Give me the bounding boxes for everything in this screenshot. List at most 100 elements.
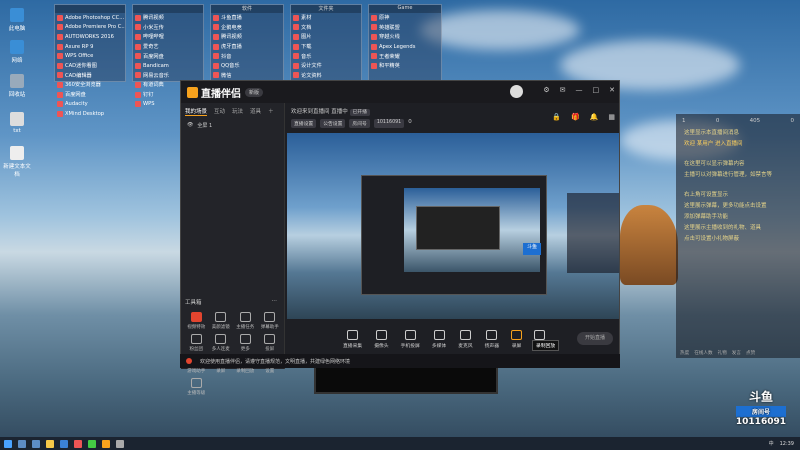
tab-scenes[interactable]: 我的场景 [185, 107, 208, 116]
chat-footer-item[interactable]: 点赞 [746, 350, 755, 356]
tool-item[interactable]: 更多 [234, 334, 257, 352]
edge-icon[interactable] [60, 439, 68, 448]
tool-item[interactable]: 视频特效 [185, 312, 208, 330]
live-preview[interactable]: 斗鱼 [287, 133, 619, 319]
fence-item[interactable]: 图片 [291, 32, 361, 42]
tab-props[interactable]: 道具 [250, 107, 261, 116]
explorer-icon[interactable] [46, 439, 54, 448]
fence-item[interactable]: WPS Office [55, 51, 125, 61]
message-icon[interactable]: ✉ [560, 86, 566, 94]
maximize-button[interactable]: □ [593, 86, 600, 94]
fence-item[interactable]: Bandicam [133, 61, 203, 71]
tool-item[interactable]: 美颜滤镜 [210, 312, 233, 330]
control-button[interactable]: 手机投屏 [401, 329, 420, 349]
gift-icon[interactable]: 🎁 [571, 113, 580, 121]
fence-item[interactable]: AUTOWORKS 2016 [55, 32, 125, 42]
control-button[interactable]: 多媒体 [432, 329, 446, 349]
search-icon[interactable] [18, 439, 26, 448]
eye-icon[interactable]: 👁 [187, 122, 193, 129]
control-label: 扬声器 [484, 343, 500, 349]
fence-item[interactable]: 哔哩哔哩 [133, 32, 203, 42]
tool-item[interactable]: 粉丝团 [185, 334, 208, 352]
fence-item[interactable]: 设计文件 [291, 61, 361, 71]
live-companion-task-icon[interactable] [102, 439, 110, 448]
fence-item[interactable]: 百度网盘 [133, 51, 203, 61]
tool-item[interactable]: 多人连麦 [210, 334, 233, 352]
wechat-icon[interactable] [88, 439, 96, 448]
language-indicator[interactable]: 中 [769, 440, 774, 447]
desktop-icon-newdoc[interactable]: 新建文本文档 [2, 146, 32, 178]
fence-item[interactable]: 论文资料 [291, 71, 361, 81]
fence-item[interactable]: 音乐 [291, 51, 361, 61]
chat-footer-item[interactable]: 礼物 [718, 350, 727, 356]
fence-item[interactable]: XMind Desktop [55, 109, 125, 119]
clock[interactable]: 12:39 [780, 441, 794, 447]
fence-item[interactable]: 穿越火线 [369, 32, 441, 42]
desktop-icon-txt[interactable]: txt [2, 112, 32, 134]
version-badge[interactable]: 新版 [245, 87, 264, 97]
taskview-icon[interactable] [32, 439, 40, 448]
fence-item[interactable]: 爱奇艺 [133, 42, 203, 52]
settings-icon[interactable]: ⚙ [543, 86, 549, 94]
lock-icon[interactable]: 🔒 [552, 113, 561, 121]
more-icon[interactable]: ⋯ [272, 298, 278, 306]
tool-item[interactable]: 弹幕助手 [259, 312, 282, 330]
control-button[interactable]: 录屏 [511, 329, 523, 349]
app-icon[interactable] [116, 439, 124, 448]
bell-icon[interactable]: 🔔 [590, 113, 599, 121]
fence-item[interactable]: Adobe Premiere Pro C... [55, 23, 125, 33]
tab-interact[interactable]: 互动 [214, 107, 225, 116]
fence-item[interactable]: CAD迷你看图 [55, 61, 125, 71]
control-button[interactable]: 扬声器 [484, 329, 500, 349]
fence-item[interactable]: 腾讯视频 [211, 32, 283, 42]
fence-item[interactable]: 企鹅电竞 [211, 23, 283, 33]
control-button[interactable]: 麦克风 [458, 329, 473, 349]
tool-item[interactable]: 主播等级 [185, 378, 208, 396]
fence-item[interactable]: CAD编辑器 [55, 71, 125, 81]
fence-item[interactable]: 王者荣耀 [369, 51, 441, 61]
fence-item[interactable]: 斗鱼直播 [211, 13, 283, 23]
layout-icon[interactable]: ▦ [608, 113, 615, 121]
control-button[interactable]: 摄像头 [374, 329, 389, 349]
close-button[interactable]: ✕ [609, 86, 615, 94]
fence-item[interactable]: 小米互传 [133, 23, 203, 33]
avatar[interactable] [510, 85, 523, 98]
fence-item[interactable]: 虎牙直播 [211, 42, 283, 52]
fence-item[interactable]: QQ音乐 [211, 61, 283, 71]
fence-item[interactable]: Axure RP 9 [55, 42, 125, 52]
fence-item[interactable]: 原神 [369, 13, 441, 23]
fence-item[interactable]: 抖音 [211, 51, 283, 61]
notice-chip[interactable]: 公告设置 [320, 119, 346, 128]
fence-item[interactable]: Apex Legends [369, 42, 441, 52]
fence-item[interactable]: 英雄联盟 [369, 23, 441, 33]
fence-item[interactable]: Adobe Photoshop CC... [55, 13, 125, 23]
fence-item[interactable]: 和平精英 [369, 61, 441, 71]
start-icon[interactable] [4, 439, 12, 448]
fence-item[interactable]: 下载 [291, 42, 361, 52]
app-icon[interactable] [74, 439, 82, 448]
fence-item[interactable]: 文档 [291, 23, 361, 33]
add-icon[interactable]: ＋ [268, 107, 274, 116]
fence-item[interactable]: 360安全浏览器 [55, 80, 125, 90]
fence-item[interactable]: 微信 [211, 71, 283, 81]
minimize-button[interactable]: — [576, 86, 583, 94]
desktop-icon-recycle[interactable]: 回收站 [2, 74, 32, 98]
chat-footer-item[interactable]: 发言 [732, 350, 741, 356]
fence-item[interactable]: 素材 [291, 13, 361, 23]
control-button[interactable]: 直播采集 [343, 329, 362, 349]
desktop-icon-network[interactable]: 网络 [2, 40, 32, 64]
scene-item[interactable]: 👁 全屏 1 [181, 120, 284, 131]
chat-message: 右上角可设置显示 [684, 192, 729, 198]
start-live-button[interactable]: 开始直播 [577, 332, 613, 345]
tool-item[interactable]: 投屏 [259, 334, 282, 352]
chat-footer-item[interactable]: 在线人数 [694, 350, 712, 356]
fence-item[interactable]: 百度网盘 [55, 90, 125, 100]
fence-item[interactable]: 网易云音乐 [133, 71, 203, 81]
desktop-icon-computer[interactable]: 此电脑 [2, 8, 32, 32]
fence-item[interactable]: Audacity [55, 99, 125, 109]
chat-footer-item[interactable]: 热度 [680, 350, 689, 356]
stream-settings-chip[interactable]: 直播设置 [291, 119, 317, 128]
fence-item[interactable]: 腾讯视频 [133, 13, 203, 23]
tab-play[interactable]: 玩法 [232, 107, 243, 116]
tool-item[interactable]: 主播任务 [234, 312, 257, 330]
